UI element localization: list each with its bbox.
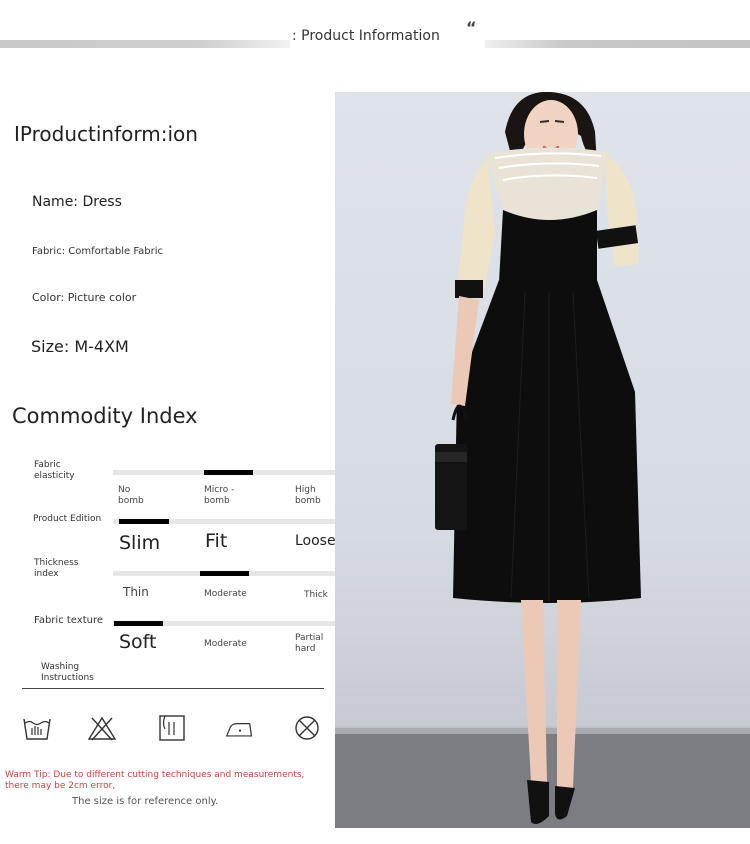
index-row-label: Product Edition [33,514,102,524]
no-bleach-icon [87,716,117,741]
model-illustration [335,92,750,828]
index-row-label: Thickness index [34,558,79,579]
product-size: Size: M-4XM [31,337,129,356]
index-marker [114,621,163,626]
product-name: Name: Dress [32,194,122,210]
index-marker [119,519,169,524]
tumble-dry-icon [159,715,185,741]
index-option: Slim [119,532,161,554]
low-iron-icon [225,722,253,737]
commodity-index-title: Commodity Index [12,404,198,428]
header-divider-right [485,40,750,48]
quote-mark-icon: “ [466,18,477,37]
index-option: No bomb [118,485,144,506]
index-option: Thick [304,590,328,600]
header-divider-left [0,40,290,48]
index-option: Loose [295,533,336,549]
washing-divider [22,688,324,689]
index-marker [204,470,253,475]
index-row-label: Fabric texture [34,615,103,626]
index-option: Micro -bomb [204,485,235,506]
washing-label: Washing Instructions [41,662,94,683]
index-option: Thin [123,585,149,599]
index-option: Moderate [204,589,247,599]
product-info-title: IProductinform:ion [14,122,198,146]
index-option: Soft [119,631,157,653]
index-marker [200,571,249,576]
product-photo [335,92,750,828]
no-dry-clean-icon [295,716,319,740]
reference-note: The size is for reference only. [72,796,219,807]
index-row-label: Fabric elasticity [34,460,75,481]
index-option: Fit [205,530,228,552]
header-title: : Product Information [292,28,440,44]
product-fabric: Fabric: Comfortable Fabric [32,246,164,257]
product-color: Color: Picture color [32,291,137,304]
index-option: High bomb [295,485,321,506]
hand-wash-icon [23,718,51,740]
index-option: Moderate [204,639,247,649]
index-option: Partial hard [295,633,324,654]
warm-tip: Warm Tip: Due to different cutting techn… [5,770,305,791]
